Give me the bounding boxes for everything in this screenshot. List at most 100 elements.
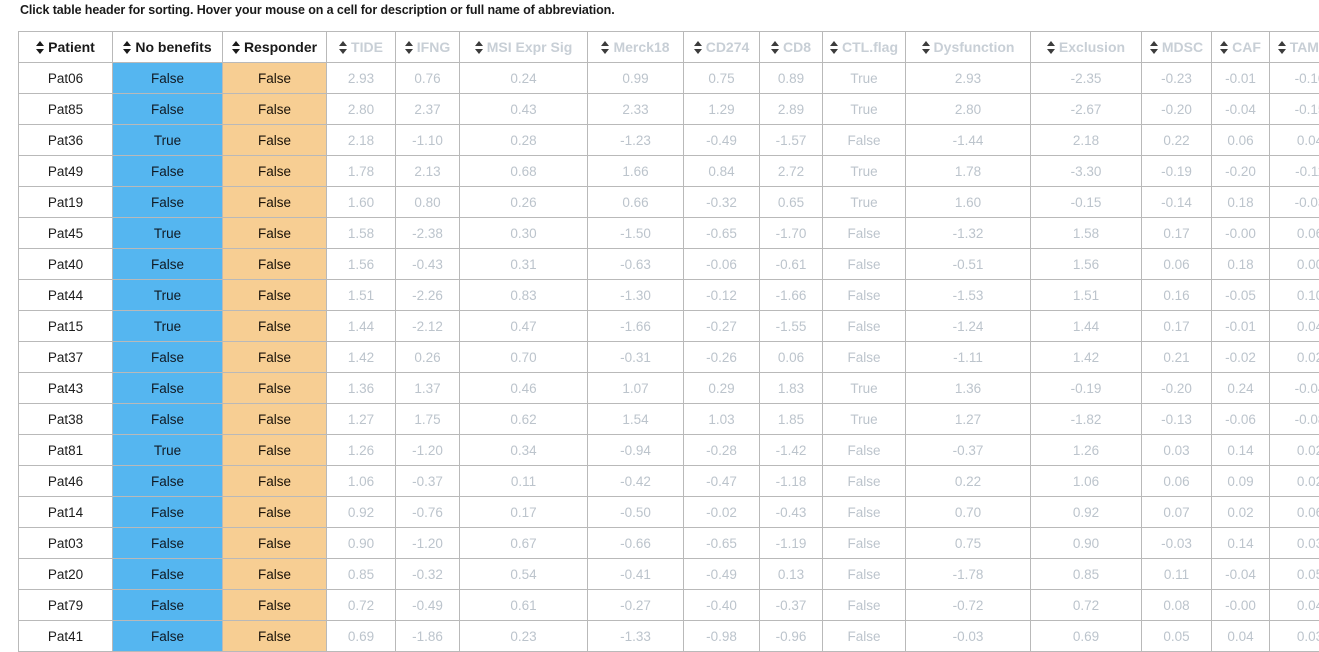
cell-mdsc[interactable]: -0.14	[1142, 187, 1212, 218]
cell-tide[interactable]: 0.85	[327, 559, 396, 590]
cell-patient[interactable]: Pat49	[19, 156, 113, 187]
cell-ctl_flag[interactable]: False	[823, 311, 906, 342]
cell-mdsc[interactable]: -0.19	[1142, 156, 1212, 187]
cell-caf[interactable]: 0.24	[1212, 373, 1270, 404]
cell-ifng[interactable]: 2.37	[396, 94, 460, 125]
cell-cd274[interactable]: 1.29	[684, 94, 760, 125]
cell-tam_m2[interactable]: 0.00	[1270, 249, 1319, 280]
cell-ifng[interactable]: -2.12	[396, 311, 460, 342]
cell-tide[interactable]: 0.72	[327, 590, 396, 621]
cell-exclusion[interactable]: 0.69	[1031, 621, 1142, 652]
cell-msi[interactable]: 0.26	[460, 187, 588, 218]
cell-ifng[interactable]: 1.75	[396, 404, 460, 435]
table-row[interactable]: Pat20FalseFalse0.85-0.320.54-0.41-0.490.…	[19, 559, 1319, 590]
cell-mdsc[interactable]: 0.03	[1142, 435, 1212, 466]
cell-responder[interactable]: False	[223, 342, 327, 373]
cell-ifng[interactable]: -1.86	[396, 621, 460, 652]
cell-merck18[interactable]: -1.30	[588, 280, 684, 311]
cell-exclusion[interactable]: 1.44	[1031, 311, 1142, 342]
table-row[interactable]: Pat40FalseFalse1.56-0.430.31-0.63-0.06-0…	[19, 249, 1319, 280]
table-row[interactable]: Pat14FalseFalse0.92-0.760.17-0.50-0.02-0…	[19, 497, 1319, 528]
cell-caf[interactable]: -0.01	[1212, 63, 1270, 94]
cell-cd8[interactable]: 0.89	[760, 63, 823, 94]
cell-cd274[interactable]: 1.03	[684, 404, 760, 435]
cell-cd8[interactable]: 1.83	[760, 373, 823, 404]
table-row[interactable]: Pat41FalseFalse0.69-1.860.23-1.33-0.98-0…	[19, 621, 1319, 652]
cell-ctl_flag[interactable]: False	[823, 621, 906, 652]
cell-msi[interactable]: 0.34	[460, 435, 588, 466]
cell-no_benefits[interactable]: False	[113, 621, 223, 652]
table-row[interactable]: Pat37FalseFalse1.420.260.70-0.31-0.260.0…	[19, 342, 1319, 373]
cell-caf[interactable]: 0.04	[1212, 621, 1270, 652]
cell-caf[interactable]: -0.01	[1212, 311, 1270, 342]
cell-cd274[interactable]: -0.49	[684, 125, 760, 156]
cell-caf[interactable]: -0.05	[1212, 280, 1270, 311]
cell-no_benefits[interactable]: False	[113, 590, 223, 621]
cell-cd8[interactable]: -1.42	[760, 435, 823, 466]
cell-cd8[interactable]: -1.57	[760, 125, 823, 156]
cell-dysfunction[interactable]: 1.78	[906, 156, 1031, 187]
cell-ifng[interactable]: -1.20	[396, 435, 460, 466]
cell-cd8[interactable]: -1.18	[760, 466, 823, 497]
cell-msi[interactable]: 0.43	[460, 94, 588, 125]
cell-patient[interactable]: Pat79	[19, 590, 113, 621]
table-row[interactable]: Pat03FalseFalse0.90-1.200.67-0.66-0.65-1…	[19, 528, 1319, 559]
cell-no_benefits[interactable]: False	[113, 559, 223, 590]
cell-dysfunction[interactable]: -1.53	[906, 280, 1031, 311]
cell-tide[interactable]: 1.27	[327, 404, 396, 435]
column-header-ifng[interactable]: IFNG	[396, 32, 460, 63]
cell-dysfunction[interactable]: 1.36	[906, 373, 1031, 404]
cell-msi[interactable]: 0.11	[460, 466, 588, 497]
cell-cd8[interactable]: 0.13	[760, 559, 823, 590]
table-row[interactable]: Pat49FalseFalse1.782.130.681.660.842.72T…	[19, 156, 1319, 187]
cell-caf[interactable]: 0.02	[1212, 497, 1270, 528]
cell-patient[interactable]: Pat36	[19, 125, 113, 156]
column-header-cd274[interactable]: CD274	[684, 32, 760, 63]
cell-tam_m2[interactable]: 0.03	[1270, 621, 1319, 652]
cell-mdsc[interactable]: 0.06	[1142, 466, 1212, 497]
cell-merck18[interactable]: 0.99	[588, 63, 684, 94]
cell-exclusion[interactable]: 1.58	[1031, 218, 1142, 249]
cell-ctl_flag[interactable]: False	[823, 559, 906, 590]
cell-mdsc[interactable]: -0.03	[1142, 528, 1212, 559]
cell-no_benefits[interactable]: False	[113, 404, 223, 435]
cell-no_benefits[interactable]: False	[113, 156, 223, 187]
cell-no_benefits[interactable]: False	[113, 497, 223, 528]
cell-tam_m2[interactable]: 0.04	[1270, 311, 1319, 342]
cell-ctl_flag[interactable]: False	[823, 249, 906, 280]
cell-exclusion[interactable]: 1.51	[1031, 280, 1142, 311]
cell-merck18[interactable]: -0.42	[588, 466, 684, 497]
column-header-exclusion[interactable]: Exclusion	[1031, 32, 1142, 63]
cell-mdsc[interactable]: -0.23	[1142, 63, 1212, 94]
cell-cd274[interactable]: -0.65	[684, 218, 760, 249]
cell-dysfunction[interactable]: -1.11	[906, 342, 1031, 373]
cell-responder[interactable]: False	[223, 218, 327, 249]
cell-cd8[interactable]: -1.19	[760, 528, 823, 559]
cell-ctl_flag[interactable]: False	[823, 466, 906, 497]
cell-ctl_flag[interactable]: True	[823, 94, 906, 125]
column-header-msi[interactable]: MSI Expr Sig	[460, 32, 588, 63]
cell-patient[interactable]: Pat15	[19, 311, 113, 342]
cell-no_benefits[interactable]: False	[113, 187, 223, 218]
cell-patient[interactable]: Pat44	[19, 280, 113, 311]
sort-updown-icon[interactable]	[405, 41, 414, 54]
cell-exclusion[interactable]: -2.35	[1031, 63, 1142, 94]
cell-ctl_flag[interactable]: False	[823, 280, 906, 311]
cell-tide[interactable]: 0.90	[327, 528, 396, 559]
cell-exclusion[interactable]: 0.90	[1031, 528, 1142, 559]
cell-ifng[interactable]: -0.49	[396, 590, 460, 621]
cell-patient[interactable]: Pat85	[19, 94, 113, 125]
cell-ifng[interactable]: -0.43	[396, 249, 460, 280]
cell-cd8[interactable]: 2.72	[760, 156, 823, 187]
table-row[interactable]: Pat43FalseFalse1.361.370.461.070.291.83T…	[19, 373, 1319, 404]
cell-exclusion[interactable]: 1.26	[1031, 435, 1142, 466]
sort-updown-icon[interactable]	[771, 41, 780, 54]
cell-caf[interactable]: 0.06	[1212, 125, 1270, 156]
cell-merck18[interactable]: -1.33	[588, 621, 684, 652]
cell-no_benefits[interactable]: False	[113, 249, 223, 280]
cell-mdsc[interactable]: -0.20	[1142, 94, 1212, 125]
cell-cd274[interactable]: -0.02	[684, 497, 760, 528]
cell-dysfunction[interactable]: 1.60	[906, 187, 1031, 218]
sort-updown-icon[interactable]	[123, 41, 132, 54]
cell-msi[interactable]: 0.67	[460, 528, 588, 559]
